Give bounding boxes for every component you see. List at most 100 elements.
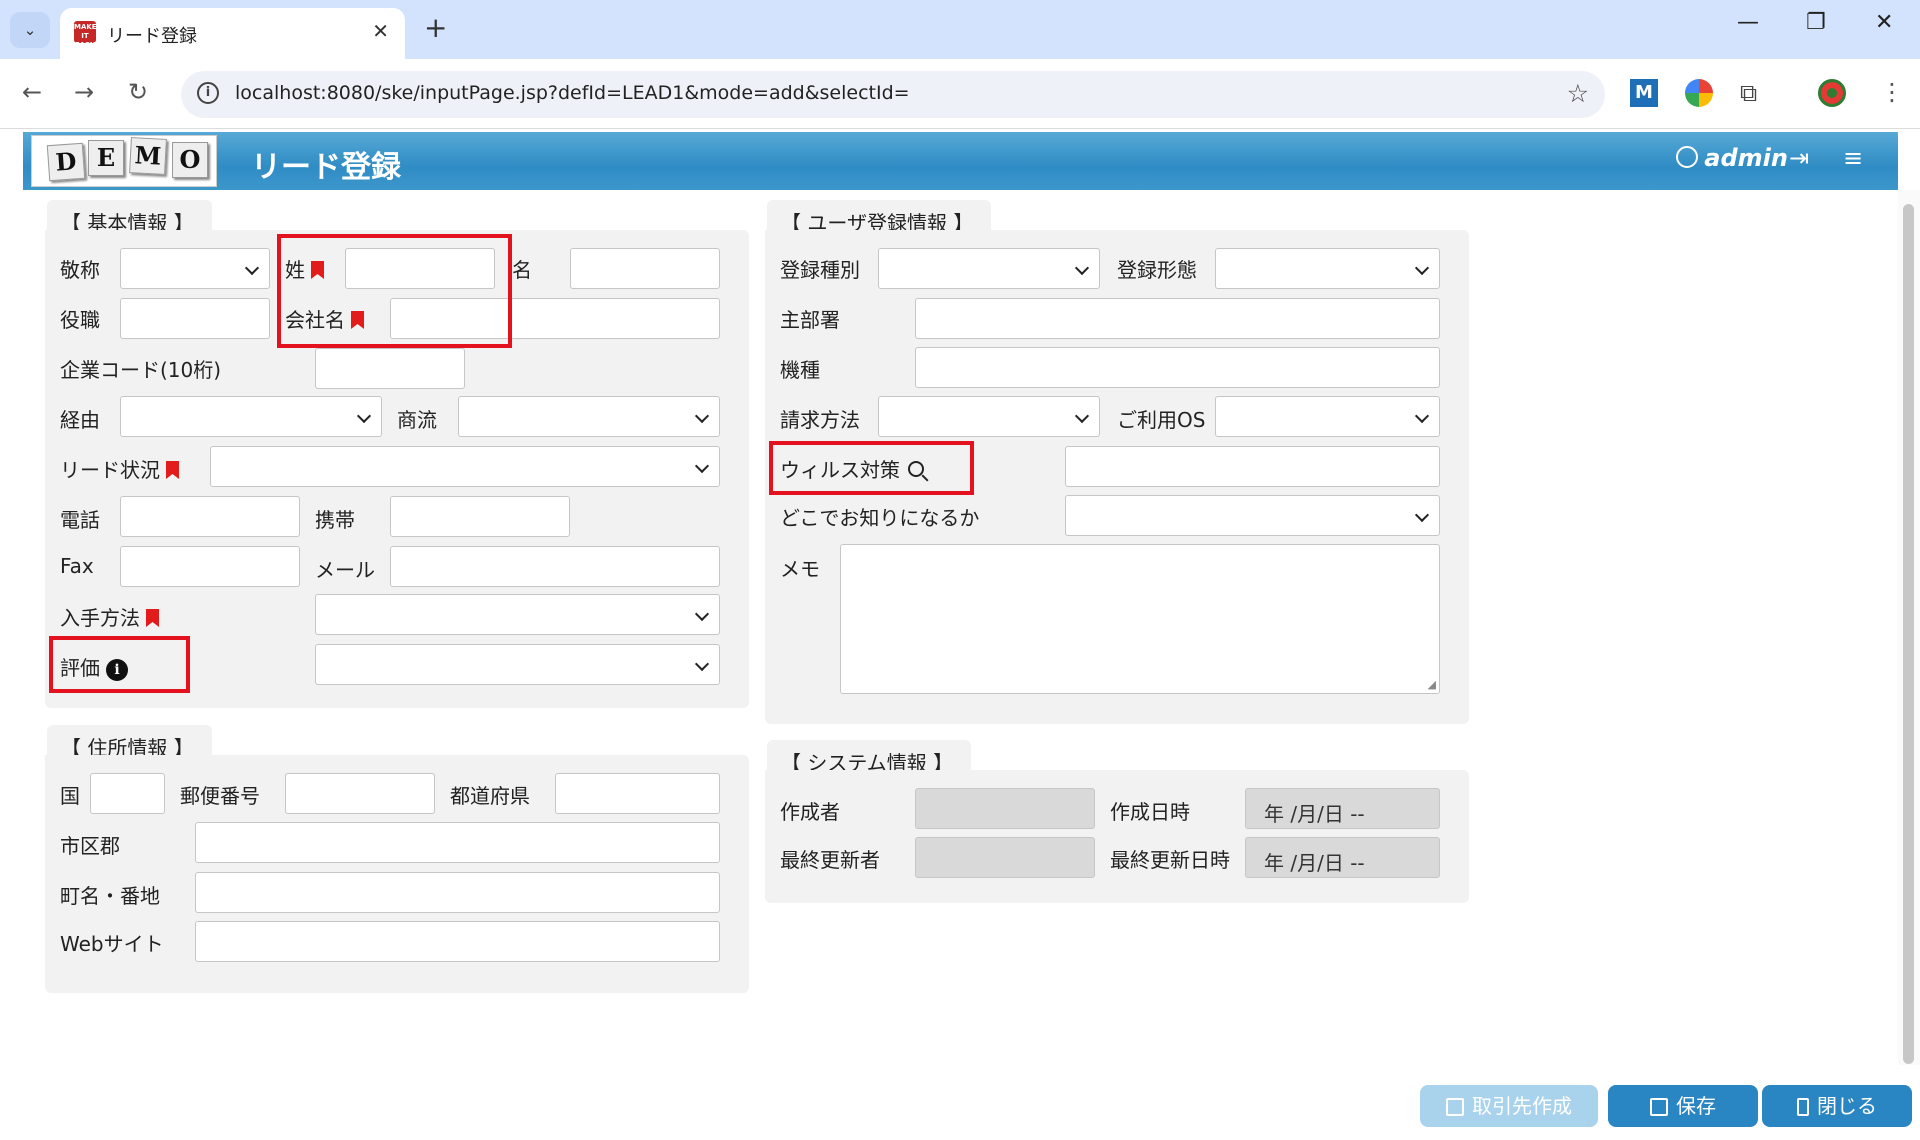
creator-label: 作成者 <box>780 800 840 824</box>
phone-input[interactable] <box>120 496 300 537</box>
new-tab-button[interactable]: + <box>424 11 447 44</box>
scrollbar-thumb[interactable] <box>1903 204 1914 1064</box>
created-at-value: 年 /月/日 -- <box>1264 802 1365 826</box>
creator-field <box>915 788 1095 829</box>
acquisition-label: 入手方法 <box>60 602 159 631</box>
website-input[interactable] <box>195 921 720 962</box>
minimize-button[interactable]: — <box>1737 10 1759 35</box>
site-info-icon[interactable]: i <box>197 82 219 104</box>
mobile-input[interactable] <box>390 496 570 537</box>
page-title: リード登録 <box>251 150 401 185</box>
lead-status-label: リード状況 <box>60 454 179 483</box>
model-input[interactable] <box>915 347 1440 388</box>
lead-status-label-text: リード状況 <box>60 458 160 482</box>
save-label: 保存 <box>1676 1094 1716 1118</box>
restore-button[interactable]: ❐ <box>1806 10 1826 35</box>
address-bar[interactable]: i localhost:8080/ske/inputPage.jsp?defId… <box>181 71 1605 118</box>
window-close-button[interactable]: ✕ <box>1875 10 1893 35</box>
resize-grip-icon[interactable]: ◢ <box>1428 678 1436 691</box>
acquisition-select[interactable] <box>315 594 720 635</box>
highlight-box-antivirus <box>769 441 974 495</box>
id-card-icon <box>1446 1098 1464 1116</box>
billing-select[interactable] <box>878 396 1100 437</box>
fax-input[interactable] <box>120 546 300 587</box>
close-tab-icon[interactable]: ✕ <box>372 19 389 43</box>
logout-icon[interactable]: ⇥ <box>1789 144 1809 172</box>
required-icon <box>146 609 159 627</box>
reg-type-label: 登録種別 <box>780 258 860 282</box>
reload-icon[interactable]: ↻ <box>128 78 148 106</box>
extension-color-icon[interactable] <box>1685 79 1713 107</box>
memo-textarea[interactable]: ◢ <box>840 544 1440 694</box>
where-know-label: どこでお知りになるか <box>780 506 980 530</box>
reg-type-select[interactable] <box>878 248 1100 289</box>
main-dept-label: 主部署 <box>780 308 840 332</box>
bookmark-star-icon[interactable]: ☆ <box>1567 79 1589 108</box>
city-label: 市区郡 <box>60 834 120 858</box>
tab-search-button[interactable]: ⌄ <box>10 12 50 48</box>
route-label: 経由 <box>60 408 100 432</box>
required-icon <box>166 461 179 479</box>
username: admin <box>1704 144 1788 172</box>
memo-label: メモ <box>780 557 820 581</box>
created-at-field: 年 /月/日 -- <box>1245 788 1440 829</box>
hamburger-menu-icon[interactable]: ≡ <box>1843 144 1863 172</box>
zip-label: 郵便番号 <box>180 784 260 808</box>
route-select[interactable] <box>120 396 382 437</box>
position-input[interactable] <box>120 298 270 339</box>
extension-m-icon[interactable]: M <box>1630 79 1658 107</box>
prefecture-input[interactable] <box>555 773 720 814</box>
company-code-input[interactable] <box>315 348 465 389</box>
commercial-label: 商流 <box>397 408 437 432</box>
updater-label: 最終更新者 <box>780 848 880 872</box>
extensions-puzzle-icon[interactable]: ⧉ <box>1740 79 1768 107</box>
forward-icon[interactable]: → <box>74 78 94 106</box>
updated-at-value: 年 /月/日 -- <box>1264 851 1365 875</box>
company-code-label: 企業コード(10桁) <box>60 358 222 382</box>
city-input[interactable] <box>195 822 720 863</box>
back-icon[interactable]: ← <box>22 78 42 106</box>
close-button[interactable]: 閉じる <box>1762 1085 1912 1127</box>
logo-letter: O <box>172 142 208 178</box>
acquisition-label-text: 入手方法 <box>60 606 140 630</box>
rating-select[interactable] <box>315 644 720 685</box>
first-name-input[interactable] <box>570 248 720 289</box>
browser-tabbar: ⌄ MAKE IT EASY リード登録 ✕ + — ❐ ✕ <box>0 0 1920 59</box>
favicon-icon: MAKE IT EASY <box>74 21 97 49</box>
street-input[interactable] <box>195 872 720 913</box>
reg-form-label: 登録形態 <box>1117 258 1197 282</box>
browser-menu-icon[interactable]: ⋮ <box>1880 78 1904 106</box>
close-label: 閉じる <box>1817 1094 1877 1118</box>
lead-status-select[interactable] <box>210 446 720 487</box>
logo-letter: E <box>88 140 124 176</box>
mail-label: メール <box>315 558 375 582</box>
create-account-label: 取引先作成 <box>1472 1094 1572 1118</box>
honorific-label: 敬称 <box>60 258 100 282</box>
reg-form-select[interactable] <box>1215 248 1440 289</box>
updated-at-field: 年 /月/日 -- <box>1245 837 1440 878</box>
street-label: 町名・番地 <box>60 884 160 908</box>
create-account-button[interactable]: 取引先作成 <box>1420 1085 1598 1127</box>
vertical-scrollbar[interactable] <box>1898 190 1920 1065</box>
zip-input[interactable] <box>285 773 435 814</box>
url-text[interactable]: localhost:8080/ske/inputPage.jsp?defId=L… <box>235 82 910 104</box>
country-input[interactable] <box>90 773 165 814</box>
os-select[interactable] <box>1215 396 1440 437</box>
browser-toolbar: ← → ↻ i localhost:8080/ske/inputPage.jsp… <box>0 59 1920 129</box>
position-label: 役職 <box>60 308 100 332</box>
mobile-label: 携帯 <box>315 508 355 532</box>
browser-tab[interactable]: MAKE IT EASY リード登録 ✕ <box>60 8 405 59</box>
user-menu[interactable]: admin <box>1676 144 1788 172</box>
honorific-select[interactable] <box>120 248 270 289</box>
commercial-select[interactable] <box>458 396 720 437</box>
antivirus-input[interactable] <box>1065 446 1440 487</box>
billing-label: 請求方法 <box>780 408 860 432</box>
mail-input[interactable] <box>390 546 720 587</box>
profile-avatar-icon[interactable] <box>1818 79 1846 107</box>
app-header: D E M O リード登録 admin ⇥ ≡ <box>23 132 1898 190</box>
where-know-select[interactable] <box>1065 495 1440 536</box>
main-dept-input[interactable] <box>915 298 1440 339</box>
fax-label: Fax <box>60 554 94 578</box>
phone-label: 電話 <box>60 508 100 532</box>
save-button[interactable]: 保存 <box>1608 1085 1758 1127</box>
